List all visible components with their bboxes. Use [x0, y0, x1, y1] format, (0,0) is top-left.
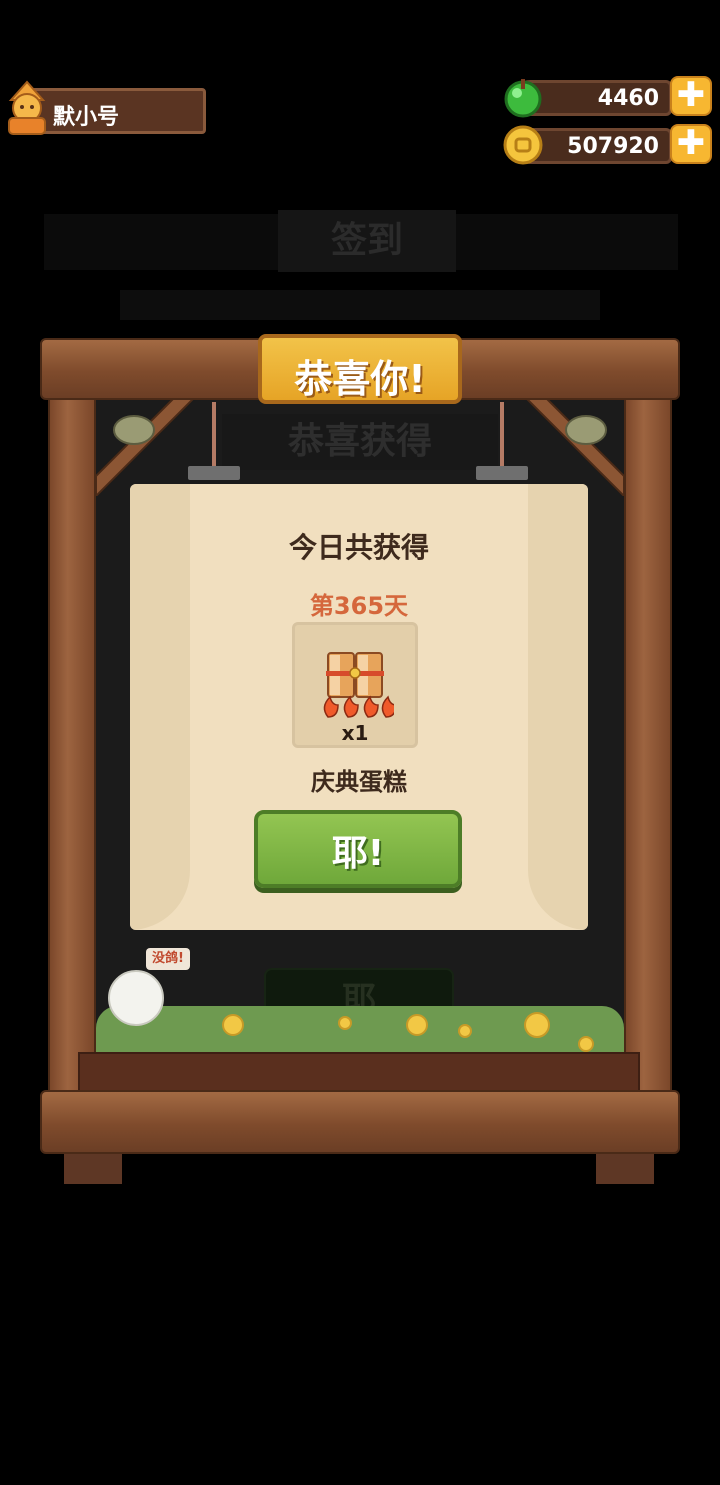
add-coins-button[interactable]: ✚ — [670, 124, 712, 164]
flower — [458, 1024, 472, 1038]
background-strip — [120, 290, 600, 320]
left-post — [48, 360, 96, 1100]
left-rope — [212, 402, 216, 468]
gem-value: 4460 — [597, 86, 659, 111]
left-hanger — [188, 466, 240, 480]
flower — [222, 1014, 244, 1036]
dialog-title-plate: 恭喜你! — [258, 334, 462, 404]
chicken-mascot[interactable] — [108, 970, 164, 1026]
coin-value: 507920 — [567, 134, 659, 159]
stage-ledge — [78, 1052, 640, 1092]
day-counter: 第365天 — [309, 592, 409, 620]
background-subtitle: 恭喜获得 — [222, 414, 498, 470]
reward-heading: 今日共获得 — [288, 531, 429, 564]
flower — [406, 1014, 428, 1036]
reward-item-quantity: x1 — [341, 721, 369, 745]
add-gems-button[interactable]: ✚ — [670, 76, 712, 116]
right-post — [624, 360, 672, 1100]
flower — [524, 1012, 550, 1038]
right-hanger — [476, 466, 528, 480]
right-brace — [522, 396, 624, 496]
left-brace — [96, 396, 198, 496]
background-title: 签到 — [278, 210, 456, 272]
player-avatar[interactable] — [3, 80, 51, 136]
gold-coin-icon — [502, 124, 544, 166]
reward-card: 今日共获得 第365天 x1 庆典蛋糕 耶! — [130, 484, 588, 930]
flower — [578, 1036, 594, 1052]
right-rope — [500, 402, 504, 468]
confirm-button-label: 耶! — [331, 833, 385, 874]
confirm-button[interactable]: 耶! — [254, 810, 462, 888]
green-gem-icon — [502, 77, 544, 119]
celebration-cake-icon — [323, 652, 394, 718]
avatar-icon — [8, 80, 46, 135]
reward-item-name: 庆典蛋糕 — [311, 768, 407, 796]
right-foot — [596, 1154, 654, 1184]
bottom-beam — [40, 1090, 680, 1154]
speech-bubble: 没鸽! — [146, 948, 190, 970]
dialog-title: 恭喜你! — [294, 357, 426, 401]
left-foot — [64, 1154, 122, 1184]
player-name: 默小号 — [53, 105, 120, 130]
flower — [338, 1016, 352, 1030]
reward-item-slot[interactable]: x1 — [292, 622, 418, 748]
